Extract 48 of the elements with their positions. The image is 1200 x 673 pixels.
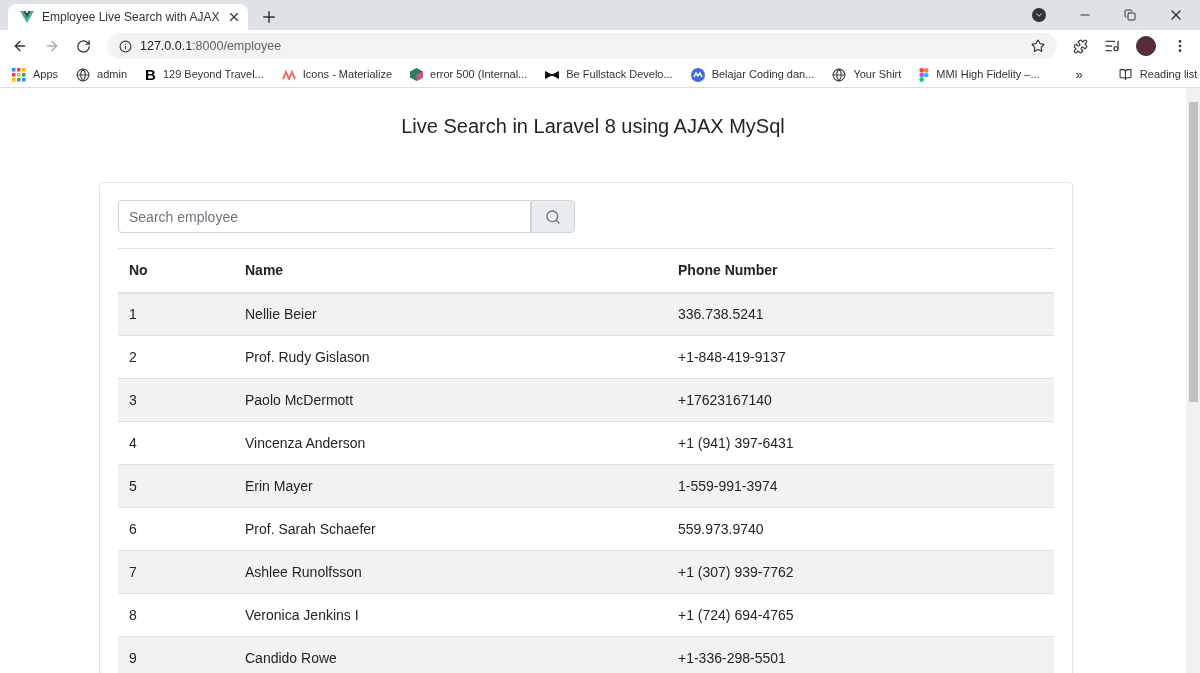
- column-header: Name: [234, 248, 667, 293]
- bookmark[interactable]: Belajar Coding dan...: [690, 66, 815, 83]
- letter-logo-icon: B: [145, 67, 156, 82]
- table-cell: 1-559-991-3974: [667, 464, 1054, 508]
- table-cell: Prof. Sarah Schaefer: [234, 507, 667, 551]
- reading-list-button[interactable]: Reading list: [1118, 66, 1200, 83]
- bookmark[interactable]: admin: [76, 66, 128, 83]
- bookmark[interactable]: error 500 (Internal...: [410, 66, 528, 83]
- table-cell: 6: [118, 507, 234, 551]
- bookmark[interactable]: Apps: [12, 66, 59, 83]
- more-bookmarks-button[interactable]: »: [1075, 64, 1083, 85]
- tab-title: Employee Live Search with AJAX: [42, 9, 220, 26]
- table-cell: Paolo McDermott: [234, 378, 667, 422]
- table-cell: +1 (724) 694-4765: [667, 593, 1054, 637]
- table-cell: 7: [118, 550, 234, 594]
- table-cell: 336.738.5241: [667, 292, 1054, 336]
- table-cell: Candido Rowe: [234, 636, 667, 673]
- table-cell: +1 (307) 939-7762: [667, 550, 1054, 594]
- bookmark[interactable]: Be Fullstack Develo...: [545, 66, 673, 83]
- url-text: 127.0.0.1:8000/employee: [140, 37, 282, 55]
- table-cell: +1-848-419-9137: [667, 335, 1054, 379]
- column-header: Phone Number: [667, 248, 1054, 293]
- bookmark[interactable]: MMI High Fidelity –...: [919, 66, 1040, 83]
- table-cell: Ashlee Runolfsson: [234, 550, 667, 594]
- table-cell: 9: [118, 636, 234, 673]
- search-field[interactable]: Search employee: [118, 200, 531, 233]
- table-cell: 3: [118, 378, 234, 422]
- table-cell: Vincenza Anderson: [234, 421, 667, 465]
- table-cell: 8: [118, 593, 234, 637]
- page-heading: Live Search in Laravel 8 using AJAX MySql: [401, 114, 785, 139]
- table-cell: +1-336-298-5501: [667, 636, 1054, 673]
- table-cell: 2: [118, 335, 234, 379]
- table-cell: +17623167140: [667, 378, 1054, 422]
- bookmark[interactable]: B 129 Beyond Travel...: [145, 66, 264, 83]
- bookmark[interactable]: Your Shirt: [832, 66, 902, 83]
- table-cell: +1 (941) 397-6431: [667, 421, 1054, 465]
- browser-tab[interactable]: Employee Live Search with AJAX: [8, 4, 248, 30]
- bookmark[interactable]: Icons - Materialize: [281, 66, 393, 83]
- table-cell: Nellie Beier: [234, 292, 667, 336]
- table-cell: 1: [118, 292, 234, 336]
- address-bar[interactable]: 127.0.0.1:8000/employee: [107, 33, 1057, 59]
- table-cell: 559.973.9740: [667, 507, 1054, 551]
- table-cell: 4: [118, 421, 234, 465]
- table-cell: Erin Mayer: [234, 464, 667, 508]
- table-cell: 5: [118, 464, 234, 508]
- column-header: No: [118, 248, 234, 293]
- table-cell: Prof. Rudy Gislason: [234, 335, 667, 379]
- table-cell: Veronica Jenkins I: [234, 593, 667, 637]
